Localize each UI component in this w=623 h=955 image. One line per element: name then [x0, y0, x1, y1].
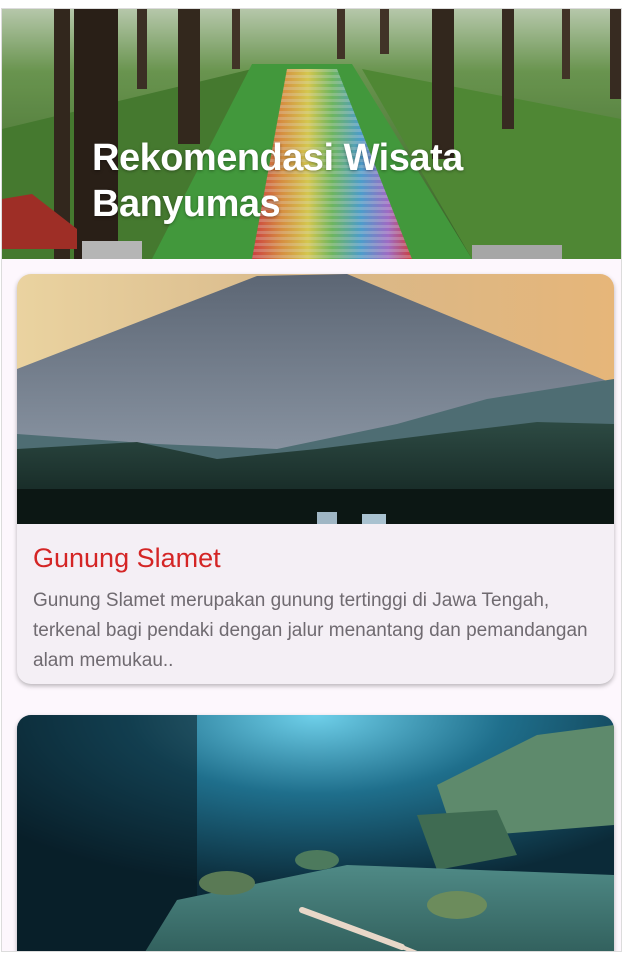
header-banner: Rekomendasi Wisata Banyumas	[2, 9, 621, 259]
destination-description: Gunung Slamet merupakan gunung tertinggi…	[33, 590, 588, 671]
page-title: Rekomendasi Wisata Banyumas	[92, 137, 463, 225]
underwater-spring-photo	[17, 715, 614, 951]
destination-card-gunung-slamet[interactable]: Gunung Slamet Gunung Slamet merupakan gu…	[17, 274, 614, 684]
destination-title: Gunung Slamet	[33, 543, 221, 573]
destination-card-second[interactable]	[17, 715, 614, 951]
app-window: Rekomendasi Wisata Banyumas Gunung Slame…	[2, 9, 621, 951]
card-body: Gunung Slamet Gunung Slamet merupakan gu…	[17, 524, 614, 676]
gunung-slamet-photo	[17, 274, 614, 524]
